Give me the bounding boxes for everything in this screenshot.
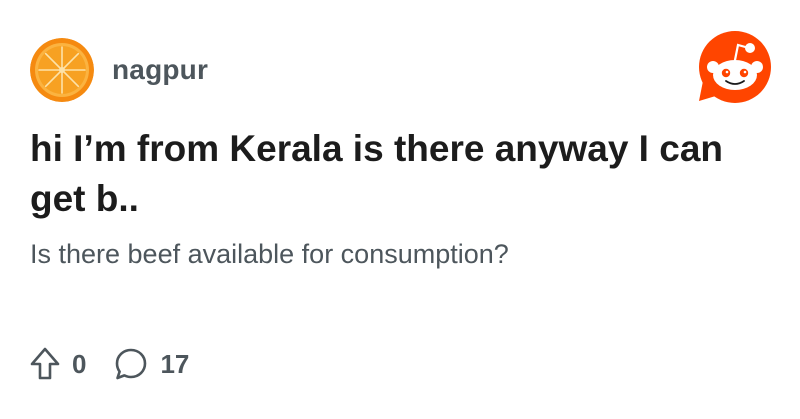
upvote-arrow-icon[interactable] [30, 347, 60, 381]
post-title[interactable]: hi I’m from Kerala is there anyway I can… [30, 124, 750, 224]
post-card[interactable]: nagpur hi I’m from Kerala is there anywa… [0, 0, 800, 419]
post-header: nagpur [30, 38, 208, 102]
reddit-snoo-icon [699, 31, 771, 103]
comments-button[interactable]: 17 [114, 347, 189, 381]
comment-bubble-icon[interactable] [114, 347, 148, 381]
post-body: Is there beef available for consumption? [30, 239, 509, 269]
comment-count: 17 [160, 348, 190, 379]
post-actions: 0 17 [30, 344, 189, 384]
subreddit-name[interactable]: nagpur [112, 54, 208, 86]
upvote-count: 0 [72, 348, 87, 379]
upvote-button[interactable]: 0 [30, 347, 86, 381]
orange-slice-icon[interactable] [30, 38, 94, 102]
